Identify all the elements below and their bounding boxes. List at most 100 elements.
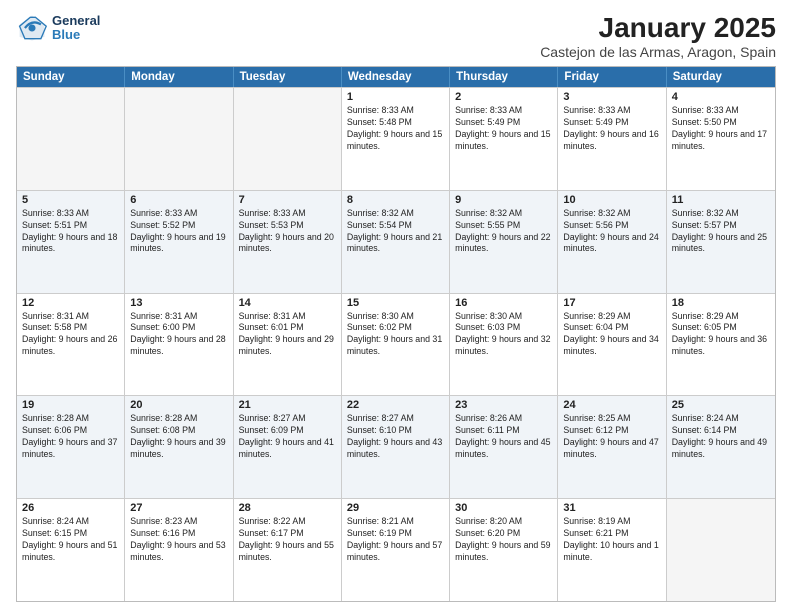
day-cell-22: 22 Sunrise: 8:27 AM Sunset: 6:10 PM Dayli… [342, 396, 450, 498]
day-cell-16: 16 Sunrise: 8:30 AM Sunset: 6:03 PM Dayli… [450, 294, 558, 396]
day-cell-4: 4Sunrise: 8:33 AM Sunset: 5:50 PM Daylig… [667, 88, 775, 190]
weekday-header-monday: Monday [125, 67, 233, 87]
day-cell-1: 1 Sunrise: 8:33 AM Sunset: 5:48 PM Daylig… [342, 88, 450, 190]
day-cell-15: 15 Sunrise: 8:30 AM Sunset: 6:02 PM Dayli… [342, 294, 450, 396]
day-number: 10 [563, 194, 660, 206]
calendar: SundayMondayTuesdayWednesdayThursdayFrid… [16, 66, 776, 602]
day-info: Sunrise: 8:33 AM Sunset: 5:52 PM Dayligh… [130, 208, 227, 256]
day-info: Sunrise: 8:24 AM Sunset: 6:15 PM Dayligh… [22, 516, 119, 564]
day-cell-8: 8Sunrise: 8:32 AM Sunset: 5:54 PM Daylig… [342, 191, 450, 293]
day-cell-6: 6Sunrise: 8:33 AM Sunset: 5:52 PM Daylig… [125, 191, 233, 293]
day-cell-17: 17Sunrise: 8:29 AM Sunset: 6:04 PM Dayli… [558, 294, 666, 396]
day-cell-24: 24 Sunrise: 8:25 AM Sunset: 6:12 PM Dayli… [558, 396, 666, 498]
month-title: January 2025 [540, 12, 776, 44]
day-info: Sunrise: 8:29 AM Sunset: 6:04 PM Dayligh… [563, 311, 660, 359]
day-number: 27 [130, 502, 227, 514]
day-number: 4 [672, 91, 770, 103]
logo-line2: Blue [52, 28, 100, 42]
day-info: Sunrise: 8:33 AM Sunset: 5:53 PM Dayligh… [239, 208, 336, 256]
day-info: Sunrise: 8:33 AM Sunset: 5:49 PM Dayligh… [455, 105, 552, 153]
location-title: Castejon de las Armas, Aragon, Spain [540, 44, 776, 60]
day-info: Sunrise: 8:23 AM Sunset: 6:16 PM Dayligh… [130, 516, 227, 564]
day-cell-9: 9 Sunrise: 8:32 AM Sunset: 5:55 PM Daylig… [450, 191, 558, 293]
day-cell-2: 2 Sunrise: 8:33 AM Sunset: 5:49 PM Daylig… [450, 88, 558, 190]
title-block: January 2025 Castejon de las Armas, Arag… [540, 12, 776, 60]
weekday-header-thursday: Thursday [450, 67, 558, 87]
calendar-week-1: 1 Sunrise: 8:33 AM Sunset: 5:48 PM Daylig… [17, 87, 775, 190]
day-info: Sunrise: 8:31 AM Sunset: 5:58 PM Dayligh… [22, 311, 119, 359]
empty-cell [667, 499, 775, 601]
page: General Blue January 2025 Castejon de la… [0, 0, 792, 612]
day-cell-30: 30Sunrise: 8:20 AM Sunset: 6:20 PM Dayli… [450, 499, 558, 601]
day-number: 9 [455, 194, 552, 206]
day-number: 28 [239, 502, 336, 514]
day-info: Sunrise: 8:27 AM Sunset: 6:09 PM Dayligh… [239, 413, 336, 461]
day-cell-3: 3 Sunrise: 8:33 AM Sunset: 5:49 PM Daylig… [558, 88, 666, 190]
day-info: Sunrise: 8:27 AM Sunset: 6:10 PM Dayligh… [347, 413, 444, 461]
day-number: 29 [347, 502, 444, 514]
calendar-header: SundayMondayTuesdayWednesdayThursdayFrid… [17, 67, 775, 87]
day-info: Sunrise: 8:30 AM Sunset: 6:03 PM Dayligh… [455, 311, 552, 359]
day-number: 30 [455, 502, 552, 514]
day-cell-21: 21 Sunrise: 8:27 AM Sunset: 6:09 PM Dayli… [234, 396, 342, 498]
day-info: Sunrise: 8:32 AM Sunset: 5:57 PM Dayligh… [672, 208, 770, 256]
day-cell-27: 27 Sunrise: 8:23 AM Sunset: 6:16 PM Dayli… [125, 499, 233, 601]
day-number: 12 [22, 297, 119, 309]
day-number: 31 [563, 502, 660, 514]
day-number: 22 [347, 399, 444, 411]
day-cell-31: 31Sunrise: 8:19 AM Sunset: 6:21 PM Dayli… [558, 499, 666, 601]
day-number: 25 [672, 399, 770, 411]
day-number: 21 [239, 399, 336, 411]
day-number: 1 [347, 91, 444, 103]
day-number: 23 [455, 399, 552, 411]
weekday-header-friday: Friday [558, 67, 666, 87]
day-cell-29: 29 Sunrise: 8:21 AM Sunset: 6:19 PM Dayli… [342, 499, 450, 601]
logo: General Blue [16, 12, 100, 44]
day-number: 5 [22, 194, 119, 206]
day-number: 2 [455, 91, 552, 103]
day-cell-5: 5 Sunrise: 8:33 AM Sunset: 5:51 PM Daylig… [17, 191, 125, 293]
day-number: 15 [347, 297, 444, 309]
day-cell-25: 25 Sunrise: 8:24 AM Sunset: 6:14 PM Dayli… [667, 396, 775, 498]
day-info: Sunrise: 8:31 AM Sunset: 6:01 PM Dayligh… [239, 311, 336, 359]
day-cell-12: 12 Sunrise: 8:31 AM Sunset: 5:58 PM Dayli… [17, 294, 125, 396]
day-info: Sunrise: 8:32 AM Sunset: 5:54 PM Dayligh… [347, 208, 444, 256]
day-cell-19: 19Sunrise: 8:28 AM Sunset: 6:06 PM Dayli… [17, 396, 125, 498]
day-number: 18 [672, 297, 770, 309]
header: General Blue January 2025 Castejon de la… [16, 12, 776, 60]
day-cell-7: 7 Sunrise: 8:33 AM Sunset: 5:53 PM Daylig… [234, 191, 342, 293]
day-number: 24 [563, 399, 660, 411]
day-info: Sunrise: 8:33 AM Sunset: 5:51 PM Dayligh… [22, 208, 119, 256]
day-info: Sunrise: 8:25 AM Sunset: 6:12 PM Dayligh… [563, 413, 660, 461]
day-number: 26 [22, 502, 119, 514]
empty-cell [17, 88, 125, 190]
day-info: Sunrise: 8:21 AM Sunset: 6:19 PM Dayligh… [347, 516, 444, 564]
calendar-week-2: 5 Sunrise: 8:33 AM Sunset: 5:51 PM Daylig… [17, 190, 775, 293]
weekday-header-tuesday: Tuesday [234, 67, 342, 87]
logo-icon [16, 12, 48, 44]
logo-text: General Blue [52, 14, 100, 43]
day-cell-14: 14Sunrise: 8:31 AM Sunset: 6:01 PM Dayli… [234, 294, 342, 396]
day-number: 7 [239, 194, 336, 206]
day-info: Sunrise: 8:31 AM Sunset: 6:00 PM Dayligh… [130, 311, 227, 359]
empty-cell [234, 88, 342, 190]
day-cell-20: 20Sunrise: 8:28 AM Sunset: 6:08 PM Dayli… [125, 396, 233, 498]
day-cell-23: 23Sunrise: 8:26 AM Sunset: 6:11 PM Dayli… [450, 396, 558, 498]
day-cell-10: 10Sunrise: 8:32 AM Sunset: 5:56 PM Dayli… [558, 191, 666, 293]
day-cell-18: 18 Sunrise: 8:29 AM Sunset: 6:05 PM Dayli… [667, 294, 775, 396]
day-info: Sunrise: 8:30 AM Sunset: 6:02 PM Dayligh… [347, 311, 444, 359]
day-info: Sunrise: 8:33 AM Sunset: 5:48 PM Dayligh… [347, 105, 444, 153]
weekday-header-saturday: Saturday [667, 67, 775, 87]
weekday-header-sunday: Sunday [17, 67, 125, 87]
day-info: Sunrise: 8:24 AM Sunset: 6:14 PM Dayligh… [672, 413, 770, 461]
weekday-header-wednesday: Wednesday [342, 67, 450, 87]
calendar-week-5: 26 Sunrise: 8:24 AM Sunset: 6:15 PM Dayli… [17, 498, 775, 601]
day-cell-13: 13Sunrise: 8:31 AM Sunset: 6:00 PM Dayli… [125, 294, 233, 396]
day-info: Sunrise: 8:33 AM Sunset: 5:49 PM Dayligh… [563, 105, 660, 153]
day-number: 16 [455, 297, 552, 309]
day-number: 3 [563, 91, 660, 103]
day-cell-11: 11Sunrise: 8:32 AM Sunset: 5:57 PM Dayli… [667, 191, 775, 293]
day-info: Sunrise: 8:32 AM Sunset: 5:55 PM Dayligh… [455, 208, 552, 256]
day-info: Sunrise: 8:29 AM Sunset: 6:05 PM Dayligh… [672, 311, 770, 359]
day-cell-28: 28Sunrise: 8:22 AM Sunset: 6:17 PM Dayli… [234, 499, 342, 601]
